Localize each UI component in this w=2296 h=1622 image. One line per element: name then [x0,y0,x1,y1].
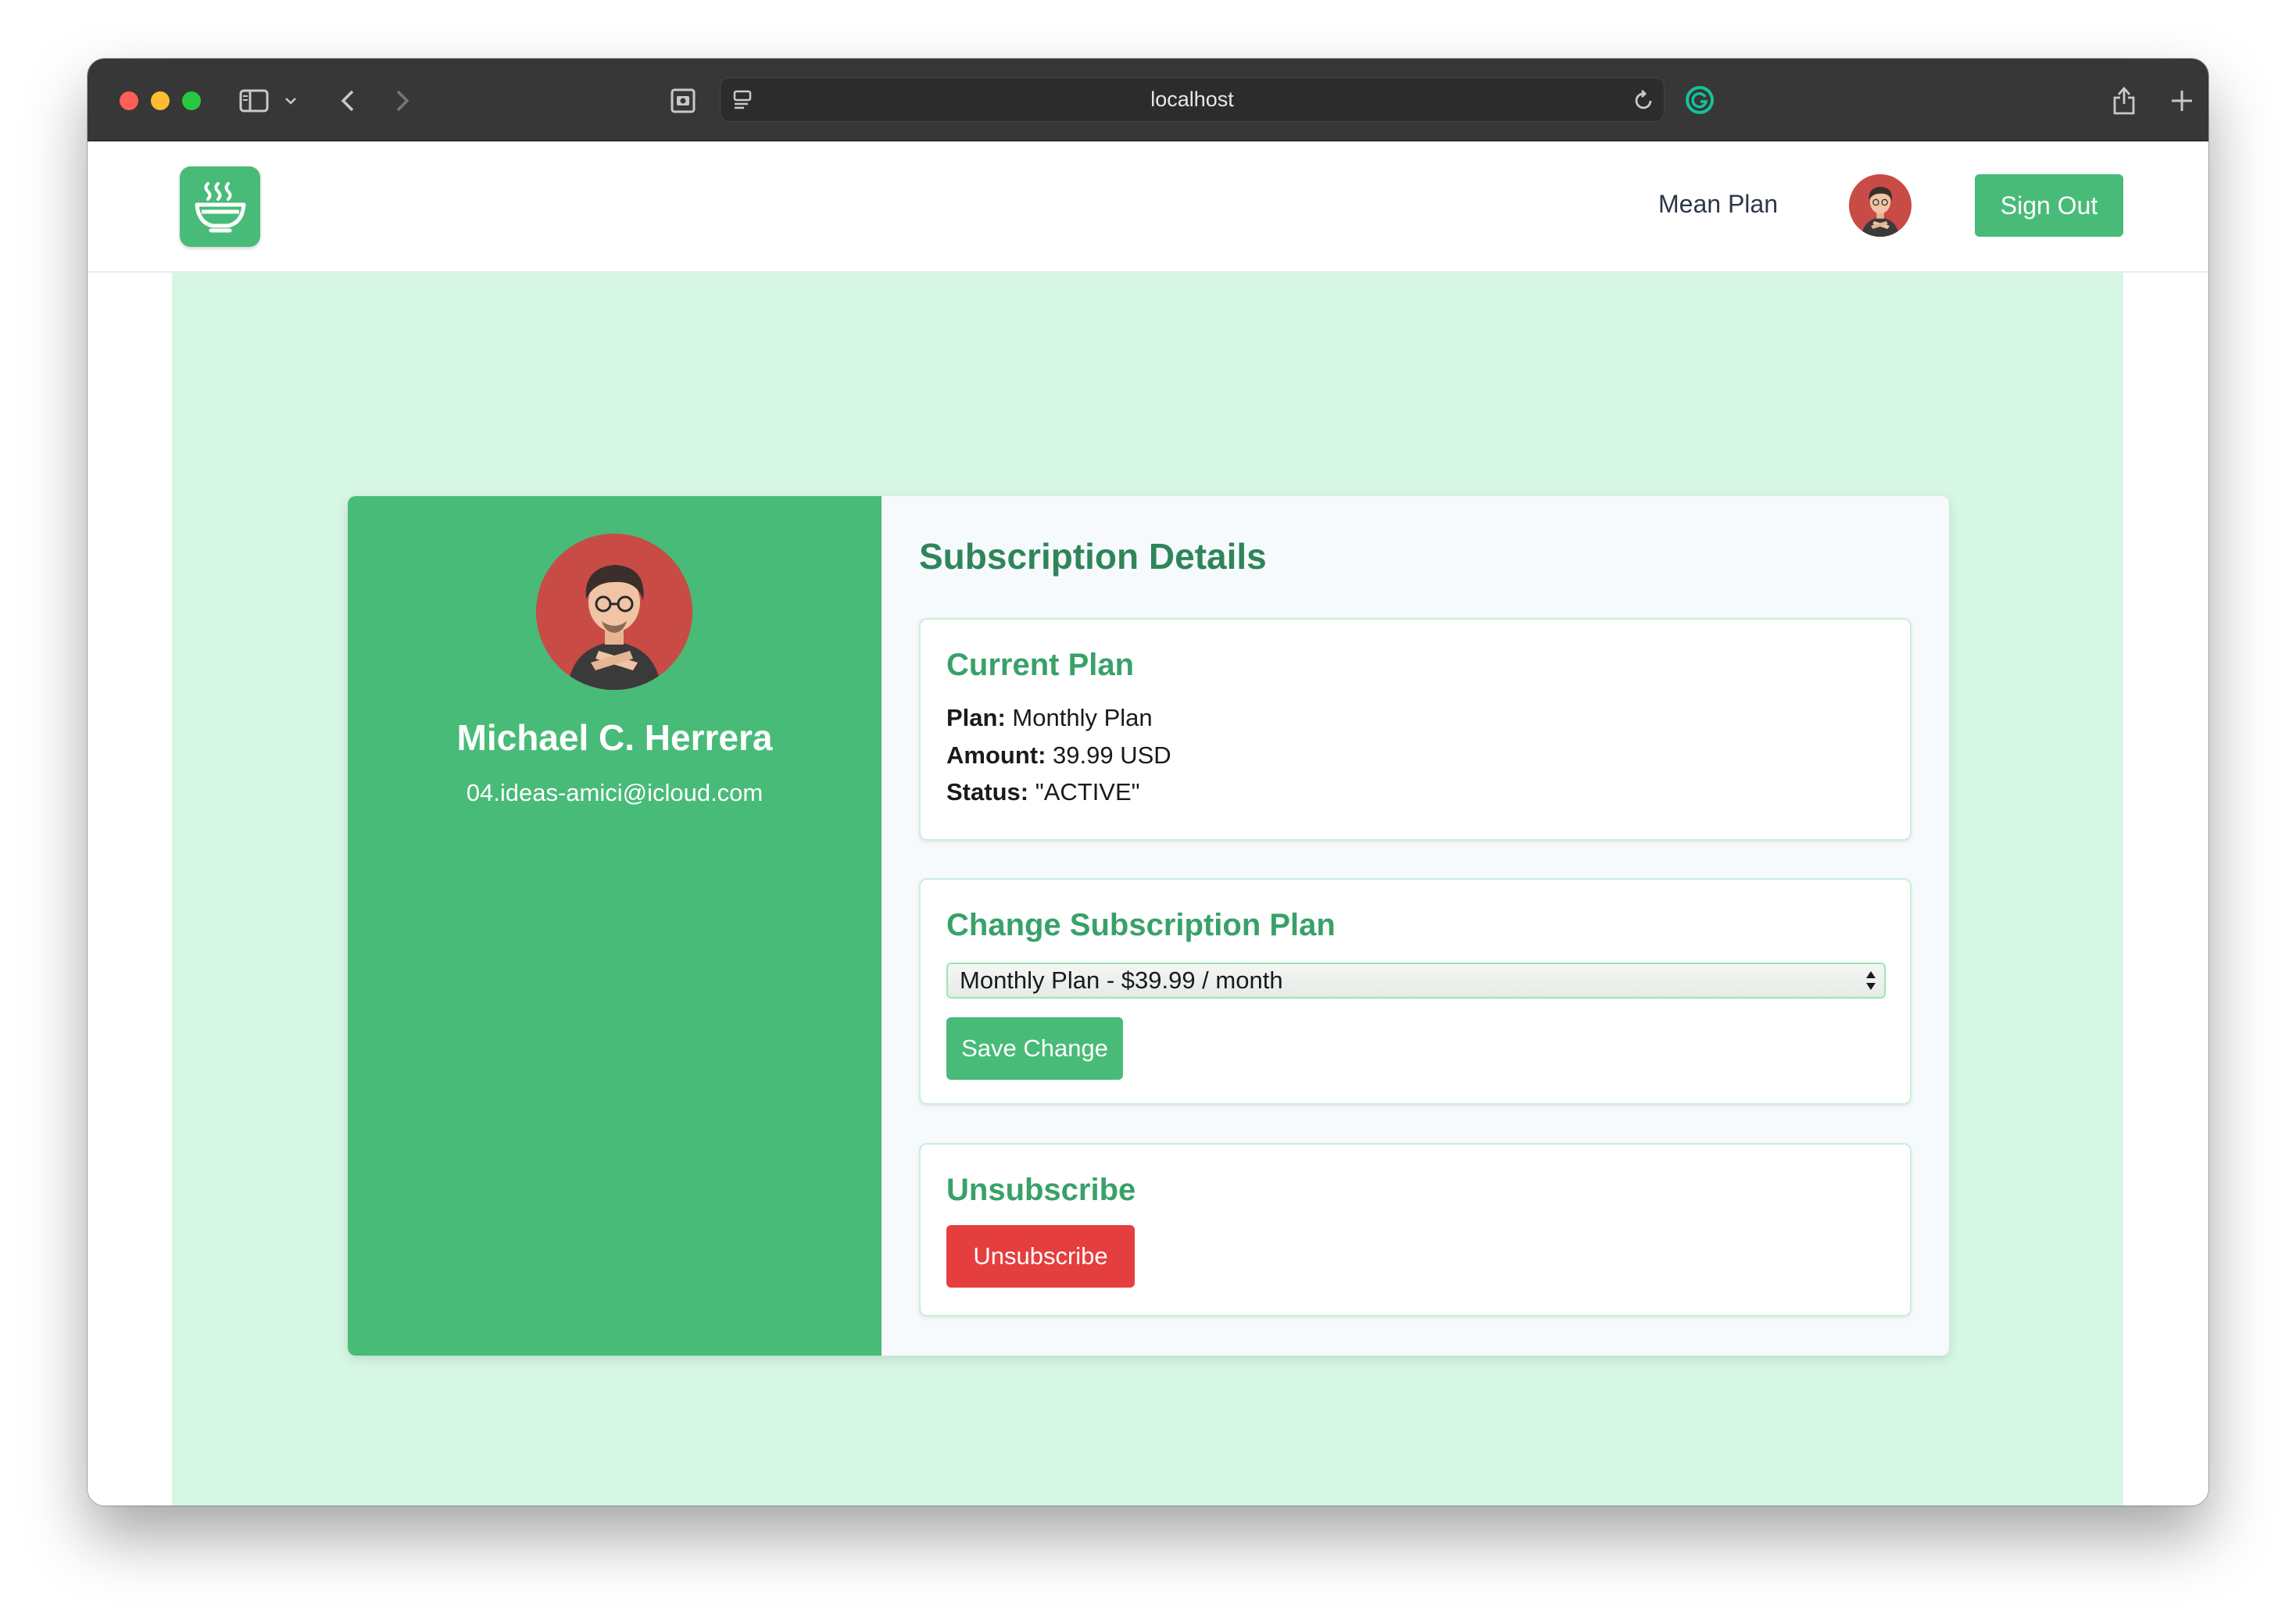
close-window-button[interactable] [120,91,138,110]
nav-user-avatar[interactable] [1849,174,1912,237]
save-change-button[interactable]: Save Change [946,1017,1123,1080]
subscription-details-title: Subscription Details [919,536,1267,577]
browser-toolbar: localhost [88,59,2208,141]
current-plan-section: Current Plan Plan: Monthly Plan Amount: … [919,618,1912,841]
subscription-card: Michael C. Herrera 04.ideas-amici@icloud… [348,496,1949,1356]
unsubscribe-button[interactable]: Unsubscribe [946,1225,1135,1288]
forward-icon[interactable] [391,85,414,116]
profile-avatar [536,534,692,690]
unsubscribe-title: Unsubscribe [946,1173,1136,1207]
status-value: "ACTIVE" [1028,778,1140,806]
status-line: Status: "ACTIVE" [946,778,1140,806]
screenshot-icon[interactable] [667,85,699,116]
change-plan-title: Change Subscription Plan [946,908,1336,942]
plan-label: Plan: [946,704,1006,731]
change-plan-section: Change Subscription Plan Monthly Plan - … [919,878,1912,1105]
new-tab-icon[interactable] [2166,85,2198,116]
grammarly-icon[interactable] [1682,82,1718,118]
navbar: Mean Plan Sign Out [88,141,2208,273]
back-icon[interactable] [336,85,359,116]
amount-value: 39.99 USD [1046,741,1171,769]
reload-icon[interactable] [1632,88,1657,113]
plan-line: Plan: Monthly Plan [946,704,1153,732]
app-logo[interactable] [180,166,260,247]
share-icon[interactable] [2108,82,2140,118]
nav-link-mean-plan[interactable]: Mean Plan [1658,190,1778,219]
status-label: Status: [946,778,1029,806]
plan-value: Monthly Plan [1005,704,1153,731]
sign-out-button[interactable]: Sign Out [1975,174,2123,237]
select-arrows-icon [1866,971,1876,990]
chevron-down-icon[interactable] [283,90,299,112]
profile-panel: Michael C. Herrera 04.ideas-amici@icloud… [348,496,882,1356]
plan-select[interactable]: Monthly Plan - $39.99 / month [946,963,1886,999]
amount-label: Amount: [946,741,1046,769]
unsubscribe-section: Unsubscribe Unsubscribe [919,1143,1912,1317]
profile-email: 04.ideas-amici@icloud.com [466,779,764,806]
profile-name: Michael C. Herrera [456,717,773,758]
zoom-window-button[interactable] [182,91,201,110]
minimize-window-button[interactable] [151,91,170,110]
address-bar[interactable]: localhost [720,77,1665,122]
soup-bowl-icon [195,181,245,232]
url-text: localhost [1150,88,1234,111]
amount-line: Amount: 39.99 USD [946,741,1171,770]
plan-select-value: Monthly Plan - $39.99 / month [960,966,1283,994]
current-plan-title: Current Plan [946,648,1135,682]
sidebar-icon[interactable] [238,85,270,116]
